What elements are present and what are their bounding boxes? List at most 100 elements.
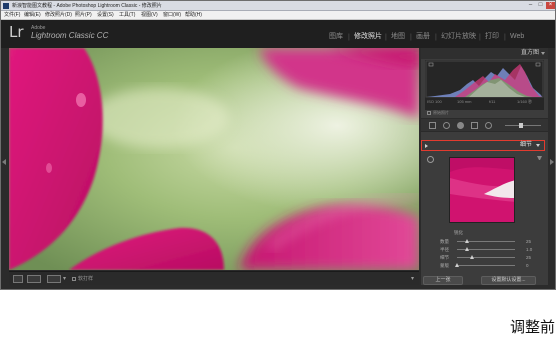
slider-track[interactable] (457, 257, 515, 258)
slider-track[interactable] (457, 265, 515, 266)
page-root: 新浪智能图文教程 - Adobe Photoshop Lightroom Cla… (0, 0, 556, 345)
module-separator: | (348, 34, 350, 41)
main-photo-canvas[interactable] (9, 48, 419, 270)
right-panel: 直方图 ISO 100 105 mm f/11 1/160 秒 原始照片 细节 … (421, 48, 548, 285)
menu-tools[interactable]: 工具(T) (119, 11, 135, 20)
tool-strip (421, 118, 548, 132)
close-button[interactable]: × (546, 2, 555, 9)
module-separator: | (479, 34, 481, 41)
histogram-header[interactable]: 直方图 (421, 48, 548, 59)
sharpening-title: 锐化 (454, 230, 463, 235)
detail-zoom-preview[interactable] (449, 157, 515, 223)
solo-toggle-icon[interactable] (425, 144, 428, 148)
detail-slider[interactable]: 细节 25 (421, 254, 548, 261)
menu-window[interactable]: 窗口(W) (163, 11, 181, 20)
slider-value: 25 (526, 255, 532, 260)
radius-slider[interactable]: 半径 1.0 (421, 246, 548, 253)
left-panel-toggle-icon[interactable] (2, 159, 6, 165)
crop-icon[interactable] (429, 122, 436, 129)
view-options-button[interactable] (47, 275, 61, 283)
module-map[interactable]: 地图 (391, 32, 405, 42)
toolbar-menu-icon[interactable]: ▾ (411, 275, 414, 283)
reset-defaults-button[interactable]: 设置默认设置... (481, 276, 536, 285)
menu-file[interactable]: 文件(F) (4, 11, 20, 20)
previous-button[interactable]: 上一张 (423, 276, 463, 285)
module-book[interactable]: 画册 (416, 32, 430, 42)
slider-thumb[interactable] (469, 255, 474, 259)
module-separator: | (435, 34, 437, 41)
collapse-icon (536, 144, 540, 147)
slider-thumb[interactable] (455, 263, 459, 267)
radial-filter-icon[interactable] (485, 122, 492, 129)
lightroom-logo: Lr (9, 23, 24, 41)
focal-length: 105 mm (457, 99, 472, 104)
collapse-icon (541, 52, 545, 55)
slider-value: 25 (526, 239, 532, 244)
module-library[interactable]: 图库 (329, 32, 343, 42)
window-title: 新浪智能图文教程 - Adobe Photoshop Lightroom Cla… (12, 3, 162, 9)
graduated-filter-icon[interactable] (471, 122, 478, 129)
preview-warning-icon[interactable] (537, 156, 542, 161)
amount-slider[interactable]: 数量 25 (421, 238, 548, 245)
logo-line-2: Lightroom Classic CC (31, 31, 109, 40)
module-picker: 图库 | 修改照片 | 地图 | 画册 | 幻灯片放映 | 打印 | Web (329, 32, 549, 42)
menu-settings[interactable]: 设置(S) (97, 11, 114, 20)
identity-plate: Lr Adobe Lightroom Classic CC 图库 | 修改照片 … (1, 20, 555, 48)
module-separator: | (410, 34, 412, 41)
menu-photo[interactable]: 照片(P) (75, 11, 92, 20)
slider-label: 细节 (440, 255, 449, 260)
checkbox-icon (427, 110, 431, 115)
checkbox-icon (72, 276, 76, 281)
module-develop[interactable]: 修改照片 (354, 32, 382, 42)
shutter-speed: 1/160 秒 (517, 99, 533, 104)
module-print[interactable]: 打印 (485, 32, 499, 42)
before-after-button[interactable] (27, 275, 41, 283)
iso-value: ISO 100 (427, 99, 442, 104)
detail-preview-image (450, 158, 514, 222)
detail-panel-header[interactable]: 细节 (421, 140, 545, 151)
soft-proof-label: 软打样 (78, 276, 94, 282)
detail-title: 细节 (519, 142, 532, 148)
menu-view[interactable]: 视图(V) (141, 11, 158, 20)
caption-before-adjustment: 调整前 (510, 318, 556, 336)
flower-photo (9, 48, 419, 270)
slider-thumb[interactable] (465, 247, 470, 251)
maximize-button[interactable]: □ (536, 2, 545, 9)
spot-removal-icon[interactable] (443, 122, 450, 129)
module-slideshow[interactable]: 幻灯片放映 (441, 32, 476, 42)
original-photo-checkbox[interactable]: 原始照片 (427, 110, 449, 116)
module-separator: | (504, 34, 506, 41)
histogram-info: ISO 100 105 mm f/11 1/160 秒 (425, 99, 544, 107)
adjustment-brush-icon[interactable] (519, 123, 523, 128)
menu-help[interactable]: 帮助(H) (185, 11, 202, 20)
target-adjustment-icon[interactable] (427, 156, 434, 163)
slider-thumb[interactable] (464, 239, 469, 243)
menu-develop[interactable]: 修改照片(D) (45, 11, 72, 20)
app-icon (3, 3, 9, 9)
soft-proof-checkbox[interactable]: 软打样 (72, 275, 93, 283)
brush-slider-track (505, 125, 541, 126)
menu-edit[interactable]: 编辑(E) (24, 11, 41, 20)
loupe-view-button[interactable] (13, 275, 23, 283)
slider-label: 蒙版 (440, 263, 449, 268)
title-bar: 新浪智能图文教程 - Adobe Photoshop Lightroom Cla… (1, 1, 555, 11)
sharpening-section: 锐化 数量 25 半径 1.0 细节 25 蒙版 0 (421, 230, 548, 270)
aperture: f/11 (489, 99, 496, 104)
module-separator: | (385, 34, 387, 41)
original-photo-label: 原始照片 (433, 110, 449, 115)
slider-label: 数量 (440, 239, 449, 244)
chevron-down-icon[interactable]: ▾ (63, 275, 66, 283)
bottom-toolbar: ▾ 软打样 ▾ (9, 271, 419, 285)
histogram-title: 直方图 (520, 50, 539, 56)
menu-bar: 文件(F) 编辑(E) 修改照片(D) 照片(P) 设置(S) 工具(T) 视图… (1, 11, 555, 20)
lightroom-window: 新浪智能图文教程 - Adobe Photoshop Lightroom Cla… (0, 0, 556, 290)
right-panel-toggle-icon[interactable] (550, 159, 554, 165)
minimize-button[interactable]: – (526, 2, 535, 9)
masking-slider[interactable]: 蒙版 0 (421, 262, 548, 269)
module-web[interactable]: Web (510, 32, 524, 42)
slider-value: 1.0 (526, 247, 533, 252)
red-eye-icon[interactable] (457, 122, 464, 129)
histogram-graph (425, 60, 544, 98)
slider-label: 半径 (440, 247, 449, 252)
slider-value: 0 (526, 263, 529, 268)
